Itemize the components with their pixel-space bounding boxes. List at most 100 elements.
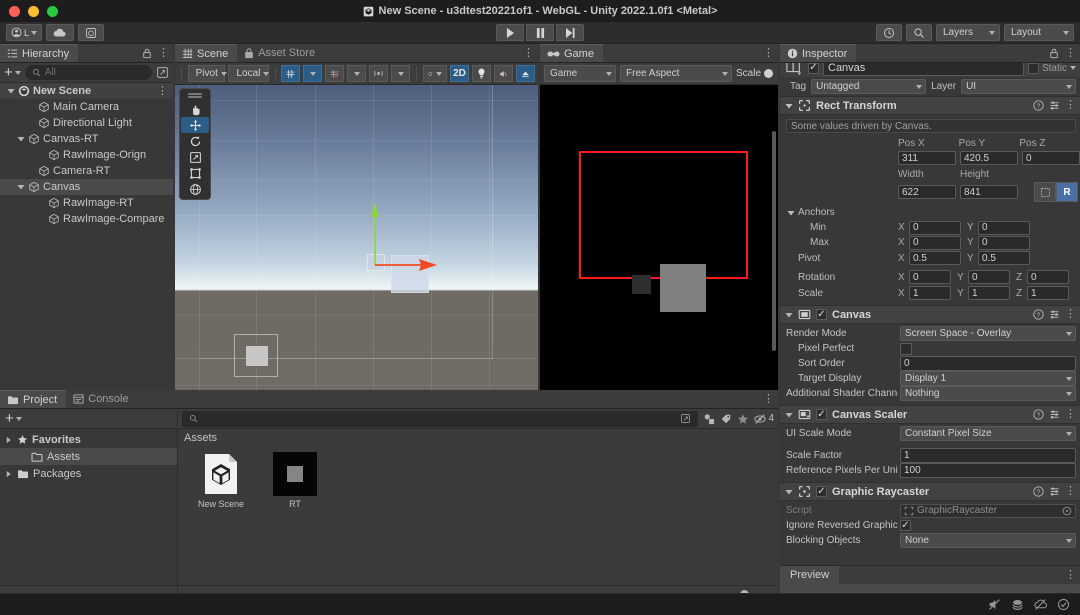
collapse-triangle-icon[interactable] <box>784 411 793 419</box>
hierarchy-item-main-camera[interactable]: Main Camera <box>0 99 173 115</box>
effects-toggle-button[interactable] <box>515 65 535 82</box>
hierarchy-tree[interactable]: New Scene ⋮ Main Camera Directional Light Ca… <box>0 83 173 388</box>
kebab-menu-icon[interactable]: ⋮ <box>1065 409 1076 420</box>
expand-triangle-icon[interactable] <box>16 183 25 191</box>
hierarchy-item-canvas[interactable]: Canvas <box>0 179 173 195</box>
scene-viewport[interactable] <box>175 85 538 407</box>
anchors-collapse-icon[interactable] <box>786 209 795 217</box>
scale-y-input[interactable]: 1 <box>968 286 1010 300</box>
property-checkbox-pixel-perfect[interactable] <box>900 342 912 355</box>
tab-console[interactable]: Console <box>66 390 137 408</box>
property-object-script[interactable]: GraphicRaycaster <box>900 503 1076 518</box>
expand-triangle-icon[interactable] <box>6 87 15 95</box>
tab-project[interactable]: Project <box>0 390 67 408</box>
game-viewport[interactable] <box>540 85 778 407</box>
cloud-button[interactable] <box>46 24 75 41</box>
collapse-triangle-icon[interactable] <box>784 488 793 496</box>
preset-icon[interactable] <box>1049 486 1060 497</box>
kebab-menu-icon[interactable]: ⋮ <box>1065 100 1076 111</box>
gameobject-name-input[interactable]: Canvas <box>823 63 1024 76</box>
property-input-sort-order[interactable]: 0 <box>900 356 1076 371</box>
align-dropdown[interactable] <box>391 65 411 82</box>
preset-icon[interactable] <box>1049 409 1060 420</box>
hierarchy-item-canvas-rt[interactable]: Canvas-RT <box>0 131 173 147</box>
tag-dropdown[interactable]: Untagged <box>811 79 927 94</box>
expand-triangle-icon[interactable] <box>4 470 13 478</box>
audio-toggle-button[interactable] <box>493 65 513 82</box>
rotation-y-input[interactable]: 0 <box>968 270 1010 284</box>
scale-tool-icon[interactable] <box>181 149 209 165</box>
tab-asset-store[interactable]: Asset Store <box>237 44 324 62</box>
rotation-x-input[interactable]: 0 <box>909 270 951 284</box>
lighting-toggle-button[interactable] <box>471 65 491 82</box>
posy-input[interactable]: 420.5 <box>960 151 1018 165</box>
hierarchy-item-new-scene[interactable]: New Scene ⋮ <box>0 83 173 99</box>
scale-slider-knob[interactable] <box>764 69 774 78</box>
anchor-preset-button[interactable] <box>1034 182 1056 202</box>
project-folder-tree[interactable]: Favorites Assets Packages <box>0 429 178 585</box>
posz-input[interactable]: 0 <box>1022 151 1080 165</box>
grid-snap-dropdown[interactable] <box>303 65 323 82</box>
save-search-icon[interactable] <box>680 413 691 424</box>
local-dropdown[interactable]: Local <box>228 65 270 82</box>
pause-button[interactable] <box>526 24 554 41</box>
collab-icon[interactable] <box>1011 598 1024 611</box>
anchor-min-y-input[interactable]: 0 <box>978 220 1030 235</box>
property-checkbox-ignore-reversed-graphics[interactable] <box>900 520 911 531</box>
asset-item-new-scene[interactable]: New Scene <box>190 452 252 509</box>
help-icon[interactable]: ? <box>1033 100 1044 111</box>
project-search-input[interactable] <box>182 410 699 427</box>
hierarchy-item-camera-rt[interactable]: Camera-RT <box>0 163 173 179</box>
game-scale-slider[interactable]: Scale <box>736 68 774 79</box>
kebab-menu-icon[interactable]: ⋮ <box>157 85 168 97</box>
kebab-menu-icon[interactable]: ⋮ <box>1065 309 1076 320</box>
unity-services-button[interactable] <box>78 24 105 41</box>
layers-dropdown[interactable]: Layers <box>936 24 1000 41</box>
project-asset-browser[interactable]: Assets New Scene RT <box>178 429 778 585</box>
search-button[interactable] <box>906 24 932 41</box>
lock-icon[interactable] <box>142 48 152 59</box>
property-dropdown-ui-scale-mode[interactable]: Constant Pixel Size <box>900 426 1076 441</box>
tab-inspector[interactable]: Inspector <box>780 44 857 62</box>
component-enabled-checkbox[interactable] <box>816 486 827 497</box>
tab-game[interactable]: Game <box>540 44 603 62</box>
anchor-max-y-input[interactable]: 0 <box>978 235 1030 250</box>
property-dropdown-render-mode[interactable]: Screen Space - Overlay <box>900 326 1076 341</box>
kebab-menu-icon[interactable]: ⋮ <box>1065 47 1076 59</box>
property-dropdown-target-display[interactable]: Display 1 <box>900 371 1076 386</box>
object-picker-icon[interactable] <box>1062 506 1072 516</box>
kebab-menu-icon[interactable]: ⋮ <box>523 47 534 59</box>
project-tree-item-packages[interactable]: Packages <box>0 465 177 482</box>
component-enabled-checkbox[interactable] <box>816 309 827 320</box>
favorite-icon[interactable] <box>737 413 749 425</box>
component-header-graphic-raycaster[interactable]: Graphic Raycaster? ⋮ <box>780 482 1080 501</box>
help-icon[interactable]: ? <box>1033 409 1044 420</box>
project-tree-item-favorites[interactable]: Favorites <box>0 431 177 448</box>
layout-dropdown[interactable]: Layout <box>1004 24 1074 41</box>
filter-label-icon[interactable] <box>720 413 732 425</box>
property-dropdown-blocking-objects[interactable]: None <box>900 533 1076 548</box>
height-input[interactable]: 841 <box>960 185 1018 199</box>
anchor-min-x-input[interactable]: 0 <box>909 220 961 235</box>
posx-input[interactable]: 311 <box>898 151 956 165</box>
create-asset-button[interactable]: + <box>5 411 22 426</box>
scene-tools-strip[interactable] <box>179 88 211 200</box>
expand-triangle-icon[interactable] <box>4 436 13 444</box>
scale-x-input[interactable]: 1 <box>909 286 951 300</box>
component-header-rect-transform[interactable]: Rect Transform ? ⋮ <box>780 96 1080 115</box>
hand-tool-icon[interactable] <box>181 101 209 117</box>
shading-mode-dropdown[interactable] <box>423 65 447 82</box>
step-button[interactable] <box>556 24 584 41</box>
pivot-x-input[interactable]: 0.5 <box>909 251 961 265</box>
kebab-menu-icon[interactable]: ⋮ <box>158 47 169 59</box>
pivot-dropdown[interactable]: Pivot <box>187 65 227 82</box>
snap-increment-dropdown[interactable] <box>347 65 367 82</box>
expand-triangle-icon[interactable] <box>16 135 25 143</box>
account-button[interactable]: L <box>6 24 43 41</box>
component-header-canvas-scaler[interactable]: Canvas Scaler? ⋮ <box>780 405 1080 424</box>
hierarchy-item-rawimage-compare[interactable]: RawImage-Compare <box>0 211 173 227</box>
game-display-dropdown[interactable]: Game <box>544 65 616 82</box>
static-toggle[interactable]: Static <box>1027 63 1076 74</box>
static-checkbox[interactable] <box>1027 63 1039 74</box>
width-input[interactable]: 622 <box>898 185 956 199</box>
